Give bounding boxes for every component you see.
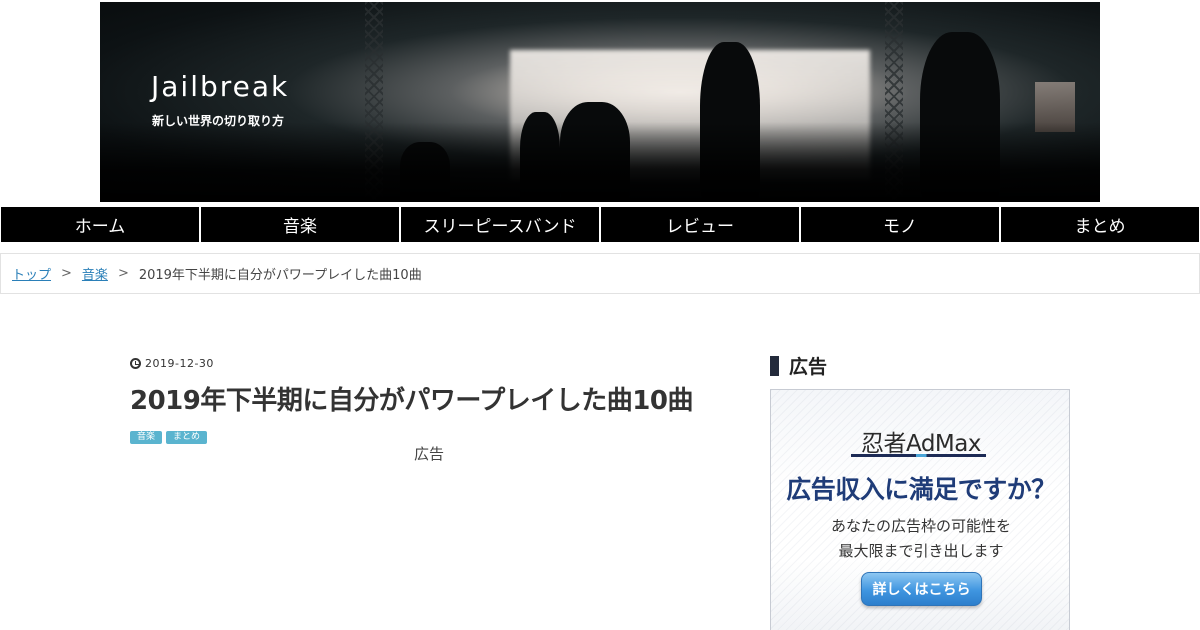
breadcrumb-separator: > <box>61 266 72 281</box>
nav-item-review[interactable]: レビュー <box>600 207 800 243</box>
breadcrumb-category-link[interactable]: 音楽 <box>82 264 108 283</box>
breadcrumb-top-link[interactable]: トップ <box>12 264 51 283</box>
global-nav: ホーム 音楽 スリーピースバンド レビュー モノ まとめ <box>0 207 1200 243</box>
site-tagline: 新しい世界の切り取り方 <box>152 114 285 128</box>
breadcrumb: トップ > 音楽 > 2019年下半期に自分がパワープレイした曲10曲 <box>0 253 1200 294</box>
sidebar-heading-text: 広告 <box>789 356 828 378</box>
site-title[interactable]: Jailbreak <box>151 70 289 103</box>
post-title: 2019年下半期に自分がパワープレイした曲10曲 <box>130 386 694 416</box>
clock-icon <box>130 358 141 369</box>
sidebar-heading: 広告 <box>770 352 827 379</box>
nav-item-home[interactable]: ホーム <box>0 207 200 243</box>
nav-item-summary[interactable]: まとめ <box>1000 207 1200 243</box>
ad-details-button[interactable]: 詳しくはこちら <box>861 572 982 606</box>
nav-item-three-piece-band[interactable]: スリーピースバンド <box>400 207 600 243</box>
nav-item-goods[interactable]: モノ <box>800 207 1000 243</box>
ad-logo-underline <box>851 454 986 457</box>
sidebar-ad-banner[interactable]: 忍者AdMax 広告収入に満足ですか？ あなたの広告枠の可能性を 最大限まで引き… <box>770 389 1070 630</box>
ad-headline: 広告収入に満足ですか？ <box>786 475 1056 504</box>
ad-label: 広告 <box>414 445 445 463</box>
tag-music[interactable]: 音楽 <box>130 431 163 444</box>
breadcrumb-current: 2019年下半期に自分がパワープレイした曲10曲 <box>138 268 422 283</box>
post-tags: 音楽 まとめ <box>130 431 208 444</box>
breadcrumb-separator: > <box>117 266 129 281</box>
ad-body-line: あなたの広告枠の可能性を <box>830 517 1011 535</box>
nav-item-music[interactable]: 音楽 <box>200 207 400 243</box>
post-date: 2019-12-30 <box>130 357 214 370</box>
crowd-silhouette <box>100 122 1100 202</box>
heading-bar-icon <box>770 355 779 376</box>
tag-summary[interactable]: まとめ <box>166 431 208 444</box>
ad-logo: 忍者AdMax <box>861 431 981 457</box>
ad-body-line: 最大限まで引き出します <box>838 542 1004 560</box>
post-date-text: 2019-12-30 <box>145 357 214 370</box>
ad-body: あなたの広告枠の可能性を 最大限まで引き出します <box>771 514 1069 564</box>
